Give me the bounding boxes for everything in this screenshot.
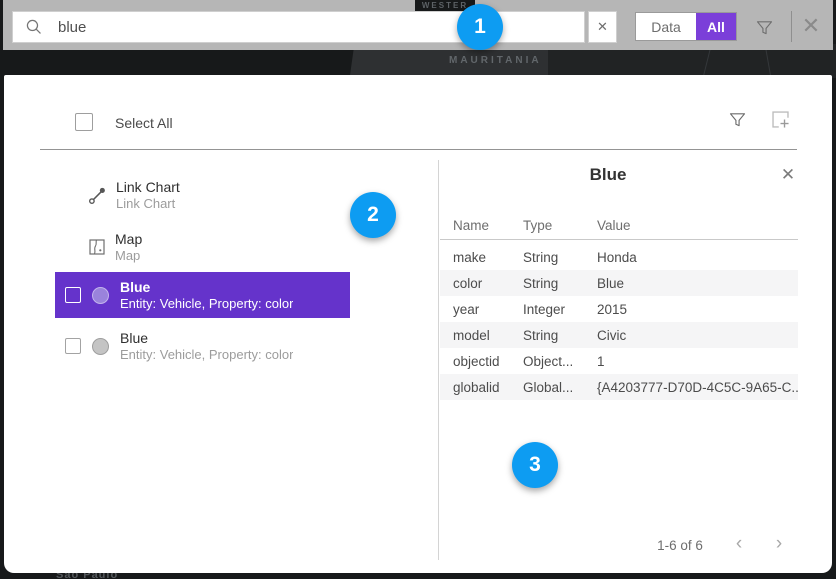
details-close-button[interactable]: ✕	[776, 163, 800, 187]
cell-type: Object...	[523, 354, 597, 369]
cell-value: Honda	[597, 250, 637, 265]
map-icon	[88, 238, 106, 256]
callout-2: 2	[350, 192, 396, 238]
cell-type: String	[523, 328, 597, 343]
result-title: Map	[115, 232, 142, 247]
mode-option-all[interactable]: All	[696, 13, 736, 40]
cell-name: year	[453, 302, 523, 317]
panel-header-divider	[40, 149, 797, 150]
result-item-map[interactable]: Map Map	[55, 223, 350, 271]
cell-value: 1	[597, 354, 605, 369]
cell-name: objectid	[453, 354, 523, 369]
result-subtitle: Map	[115, 248, 142, 263]
result-item-text: Link Chart Link Chart	[116, 180, 180, 211]
table-row: year Integer 2015	[440, 296, 798, 322]
cell-type: Global...	[523, 380, 597, 395]
table-row: objectid Object... 1	[440, 348, 798, 374]
panel-vertical-divider	[438, 160, 439, 560]
result-title: Blue	[120, 280, 293, 295]
result-item-text: Blue Entity: Vehicle, Property: color	[120, 280, 293, 311]
column-type: Type	[523, 218, 597, 233]
filter-icon[interactable]	[754, 17, 775, 38]
details-table-body: make String Honda color String Blue year…	[440, 244, 798, 400]
result-item-blue-selected[interactable]: Blue Entity: Vehicle, Property: color	[55, 272, 350, 318]
mode-option-data[interactable]: Data	[636, 13, 696, 40]
map-label-mauritania: MAURITANIA	[449, 55, 542, 66]
entity-circle-icon	[92, 287, 109, 304]
table-row: model String Civic	[440, 322, 798, 348]
toolbar-divider	[791, 11, 792, 42]
entity-circle-icon	[92, 338, 109, 355]
details-title: Blue	[440, 165, 776, 185]
result-subtitle: Entity: Vehicle, Property: color	[120, 347, 293, 362]
result-checkbox[interactable]	[65, 287, 81, 303]
cell-type: String	[523, 276, 597, 291]
cell-name: globalid	[453, 380, 523, 395]
table-row: globalid Global... {A4203777-D70D-4C5C-9…	[440, 374, 798, 400]
cell-type: String	[523, 250, 597, 265]
callout-1: 1	[457, 4, 503, 50]
cell-name: make	[453, 250, 523, 265]
result-item-link-chart[interactable]: Link Chart Link Chart	[55, 171, 350, 219]
cell-value: {A4203777-D70D-4C5C-9A65-C...	[597, 380, 798, 395]
select-all-label: Select All	[115, 115, 173, 131]
cell-name: model	[453, 328, 523, 343]
cell-value: Civic	[597, 328, 626, 343]
result-item-blue[interactable]: Blue Entity: Vehicle, Property: color	[55, 323, 350, 369]
result-item-text: Blue Entity: Vehicle, Property: color	[120, 331, 293, 362]
close-search-button[interactable]: ✕	[798, 13, 824, 39]
cell-value: 2015	[597, 302, 627, 317]
column-value: Value	[597, 218, 631, 233]
result-subtitle: Entity: Vehicle, Property: color	[120, 296, 293, 311]
table-row: color String Blue	[440, 270, 798, 296]
clear-search-button[interactable]: ✕	[588, 11, 617, 43]
column-name: Name	[453, 218, 523, 233]
select-all-checkbox[interactable]	[75, 113, 93, 131]
table-header-divider	[440, 239, 798, 240]
map-label-western: WESTER	[422, 1, 468, 11]
cell-type: Integer	[523, 302, 597, 317]
cell-value: Blue	[597, 276, 624, 291]
result-checkbox[interactable]	[65, 338, 81, 354]
search-mode-toggle: Data All	[635, 12, 737, 41]
result-item-text: Map Map	[115, 232, 142, 263]
pagination-next-button[interactable]: ›	[768, 532, 790, 556]
cell-name: color	[453, 276, 523, 291]
search-results-panel: Select All Link Chart Link Chart	[4, 75, 832, 573]
table-row: make String Honda	[440, 244, 798, 270]
pagination-prev-button[interactable]: ‹	[728, 532, 750, 556]
callout-3: 3	[512, 442, 558, 488]
result-subtitle: Link Chart	[116, 196, 180, 211]
add-to-new-icon[interactable]	[769, 108, 792, 131]
pagination-label: 1-6 of 6	[635, 538, 725, 553]
search-icon	[25, 18, 43, 36]
results-filter-icon[interactable]	[727, 109, 748, 130]
result-title: Link Chart	[116, 180, 180, 195]
link-chart-icon	[88, 186, 107, 205]
details-table-header: Name Type Value	[440, 218, 798, 233]
app-window: MAURITANIA Sao Paulo ✕ Data All ✕ WESTER…	[0, 0, 836, 579]
result-title: Blue	[120, 331, 293, 346]
